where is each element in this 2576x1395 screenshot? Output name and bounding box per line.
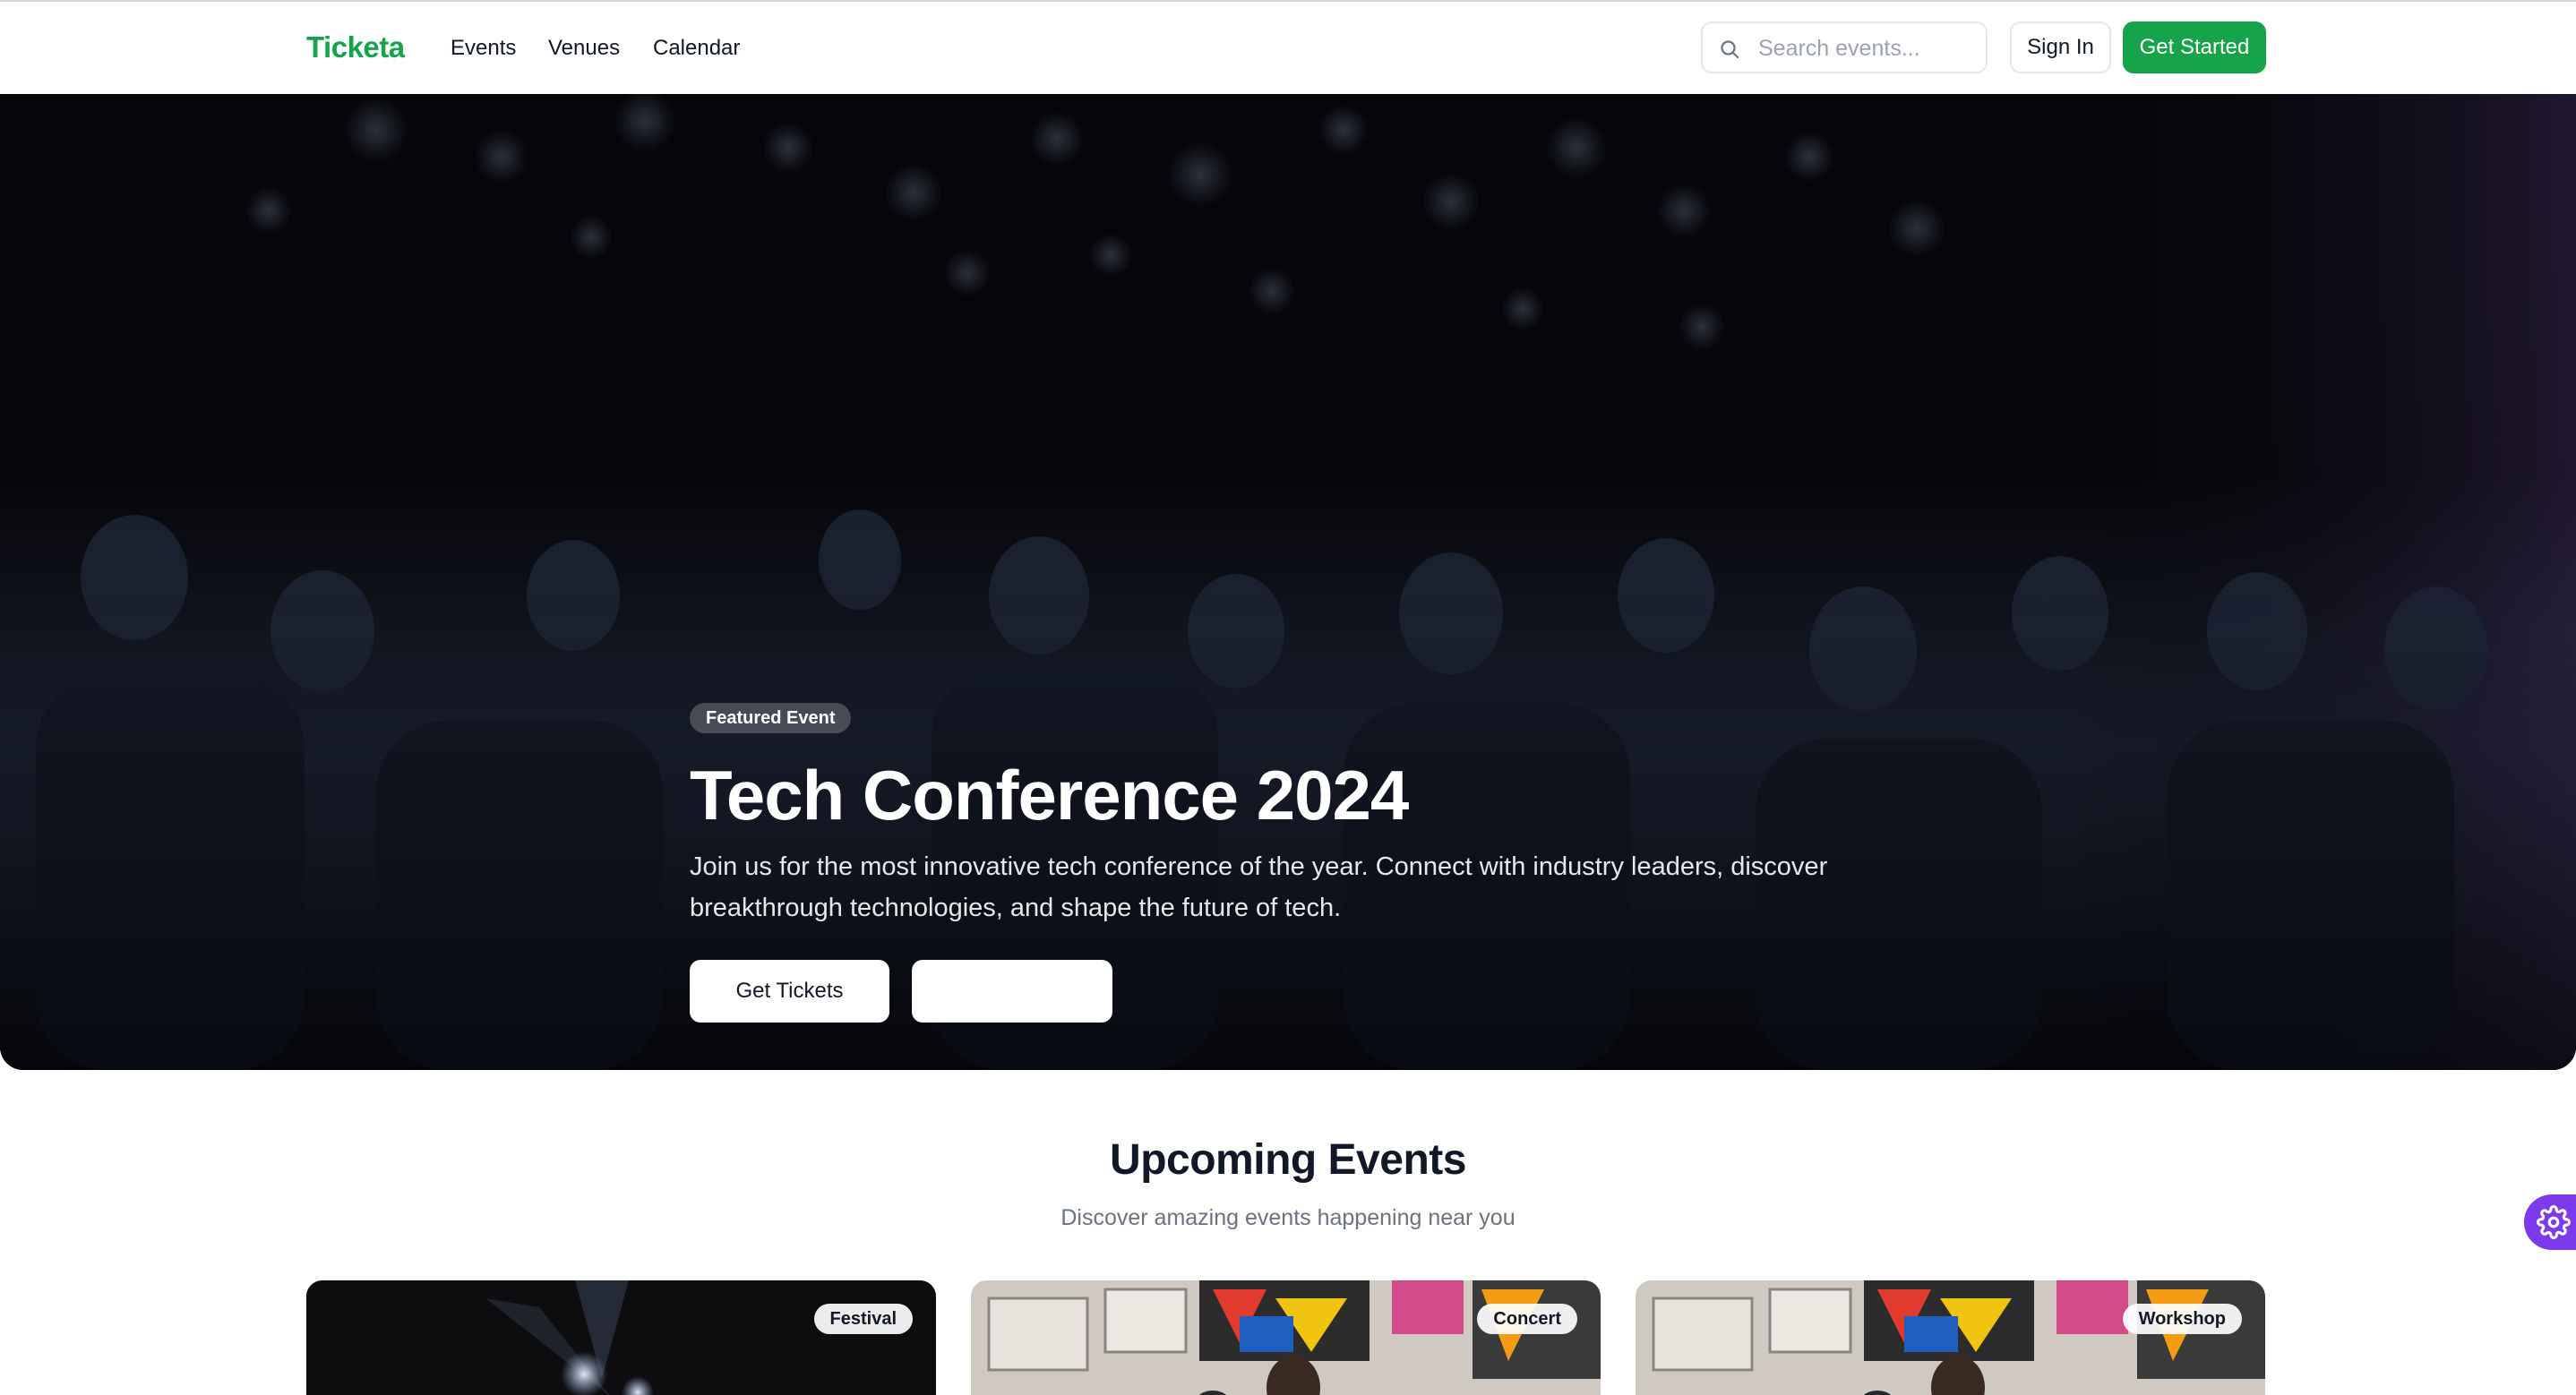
event-card-concert[interactable]: Concert [971, 1280, 1601, 1395]
nav-link-venues[interactable]: Venues [548, 36, 620, 61]
search-icon [1721, 40, 1739, 59]
nav-link-events[interactable]: Events [451, 36, 516, 61]
event-card-image [971, 1280, 1601, 1395]
navbar: Ticketa Events Venues Calendar Sign In G… [0, 2, 2576, 94]
settings-fab[interactable] [2524, 1194, 2576, 1250]
event-card-image [306, 1280, 936, 1395]
category-badge: Festival [813, 1304, 913, 1334]
search-input[interactable] [1758, 32, 1973, 64]
nav-link-calendar[interactable]: Calendar [653, 36, 740, 61]
event-card-workshop[interactable]: Workshop [1636, 1280, 2265, 1395]
hero-title: Tech Conference 2024 [690, 756, 1409, 834]
get-tickets-button[interactable]: Get Tickets [690, 960, 889, 1023]
logo[interactable]: Ticketa [306, 30, 405, 64]
event-card-image [1636, 1280, 2265, 1395]
featured-badge: Featured Event [690, 703, 852, 733]
get-started-button[interactable]: Get Started [2123, 21, 2266, 73]
event-card-festival[interactable]: Festival [306, 1280, 936, 1395]
category-badge: Concert [1477, 1304, 1577, 1334]
hero-description: Join us for the most innovative tech con… [690, 852, 1828, 922]
sign-in-button[interactable]: Sign In [2010, 21, 2111, 73]
hero-banner: Featured Event Tech Conference 2024 Join… [0, 94, 2576, 1070]
category-badge: Workshop [2122, 1304, 2242, 1334]
gear-icon [2537, 1205, 2571, 1239]
section-subtitle: Discover amazing events happening near y… [1060, 1205, 1516, 1230]
search-box[interactable] [1701, 21, 1988, 73]
section-title: Upcoming Events [1110, 1136, 1466, 1184]
secondary-hero-button[interactable] [912, 960, 1112, 1023]
